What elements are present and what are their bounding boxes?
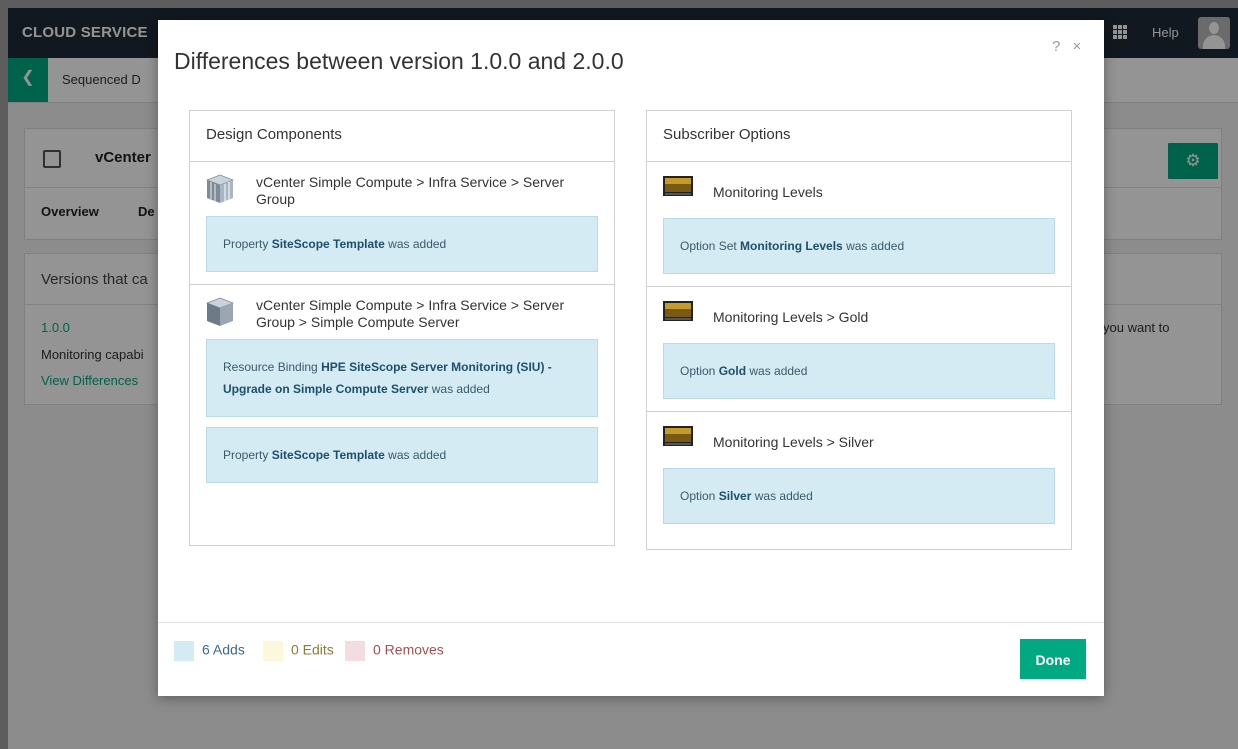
- legend-edits: 0 Edits: [263, 641, 334, 661]
- monitor-icon: [663, 426, 693, 446]
- server-cube-icon: [206, 174, 234, 203]
- component-path: vCenter Simple Compute > Infra Service >…: [256, 174, 565, 207]
- change-type: Property: [223, 448, 272, 462]
- change-type: Property: [223, 237, 272, 251]
- dialog-controls: ? ×: [1052, 38, 1089, 55]
- change-status: was added: [842, 239, 905, 253]
- option-path: Monitoring Levels > Gold: [713, 309, 869, 325]
- help-icon[interactable]: ?: [1052, 38, 1060, 55]
- change-name: Monitoring Levels: [740, 239, 843, 253]
- change-name: Silver: [718, 489, 752, 503]
- option-section: Monitoring Levels > Silver Option Silver…: [647, 412, 1071, 524]
- change-item: Option Silver was added: [663, 468, 1055, 524]
- edits-count: 0 Edits: [291, 641, 334, 658]
- change-name: SiteScope Template: [271, 237, 385, 251]
- change-status: was added: [751, 489, 813, 503]
- done-button[interactable]: Done: [1020, 639, 1086, 679]
- change-type: Option Set: [680, 239, 741, 253]
- adds-count: 6 Adds: [202, 641, 245, 658]
- differences-dialog: Differences between version 1.0.0 and 2.…: [158, 20, 1104, 696]
- monitor-icon: [663, 301, 693, 321]
- dialog-footer: 6 Adds 0 Edits 0 Removes Done: [158, 622, 1104, 697]
- option-section: Monitoring Levels Option Set Monitoring …: [647, 162, 1071, 287]
- legend-removes: 0 Removes: [345, 641, 444, 661]
- dialog-title: Differences between version 1.0.0 and 2.…: [174, 48, 624, 74]
- change-item: Resource Binding HPE SiteScope Server Mo…: [206, 339, 598, 417]
- change-item: Option Set Monitoring Levels was added: [663, 218, 1055, 274]
- change-status: was added: [384, 448, 447, 462]
- panel-header: Design Components: [190, 111, 614, 162]
- change-name: SiteScope Template: [271, 448, 385, 462]
- change-type: Option: [680, 489, 719, 503]
- change-item: Property SiteScope Template was added: [206, 216, 598, 272]
- component-section: vCenter Simple Compute > Infra Service >…: [190, 162, 614, 285]
- change-status: was added: [384, 237, 447, 251]
- panel-header: Subscriber Options: [647, 111, 1071, 162]
- removes-swatch: [345, 641, 365, 661]
- component-path: vCenter Simple Compute > Infra Service >…: [256, 297, 565, 330]
- change-item: Option Gold was added: [663, 343, 1055, 399]
- subscriber-options-panel: Subscriber Options Monitoring Levels Opt…: [646, 110, 1072, 550]
- change-name: Gold: [718, 364, 747, 378]
- option-path: Monitoring Levels: [713, 184, 823, 200]
- option-section: Monitoring Levels > Gold Option Gold was…: [647, 287, 1071, 412]
- change-status: was added: [746, 364, 808, 378]
- component-section: vCenter Simple Compute > Infra Service >…: [190, 285, 614, 483]
- monitor-icon: [663, 176, 693, 196]
- change-status: was added: [428, 382, 490, 396]
- design-components-panel: Design Components vCenter Simple Compute…: [189, 110, 615, 546]
- option-path: Monitoring Levels > Silver: [713, 434, 874, 450]
- legend-adds: 6 Adds: [174, 641, 245, 661]
- removes-count: 0 Removes: [373, 641, 444, 658]
- change-item: Property SiteScope Template was added: [206, 427, 598, 483]
- close-icon[interactable]: ×: [1073, 38, 1082, 55]
- edits-swatch: [263, 641, 283, 661]
- change-type: Resource Binding: [223, 360, 322, 374]
- server-cube-icon: [206, 297, 234, 326]
- adds-swatch: [174, 641, 194, 661]
- change-type: Option: [680, 364, 719, 378]
